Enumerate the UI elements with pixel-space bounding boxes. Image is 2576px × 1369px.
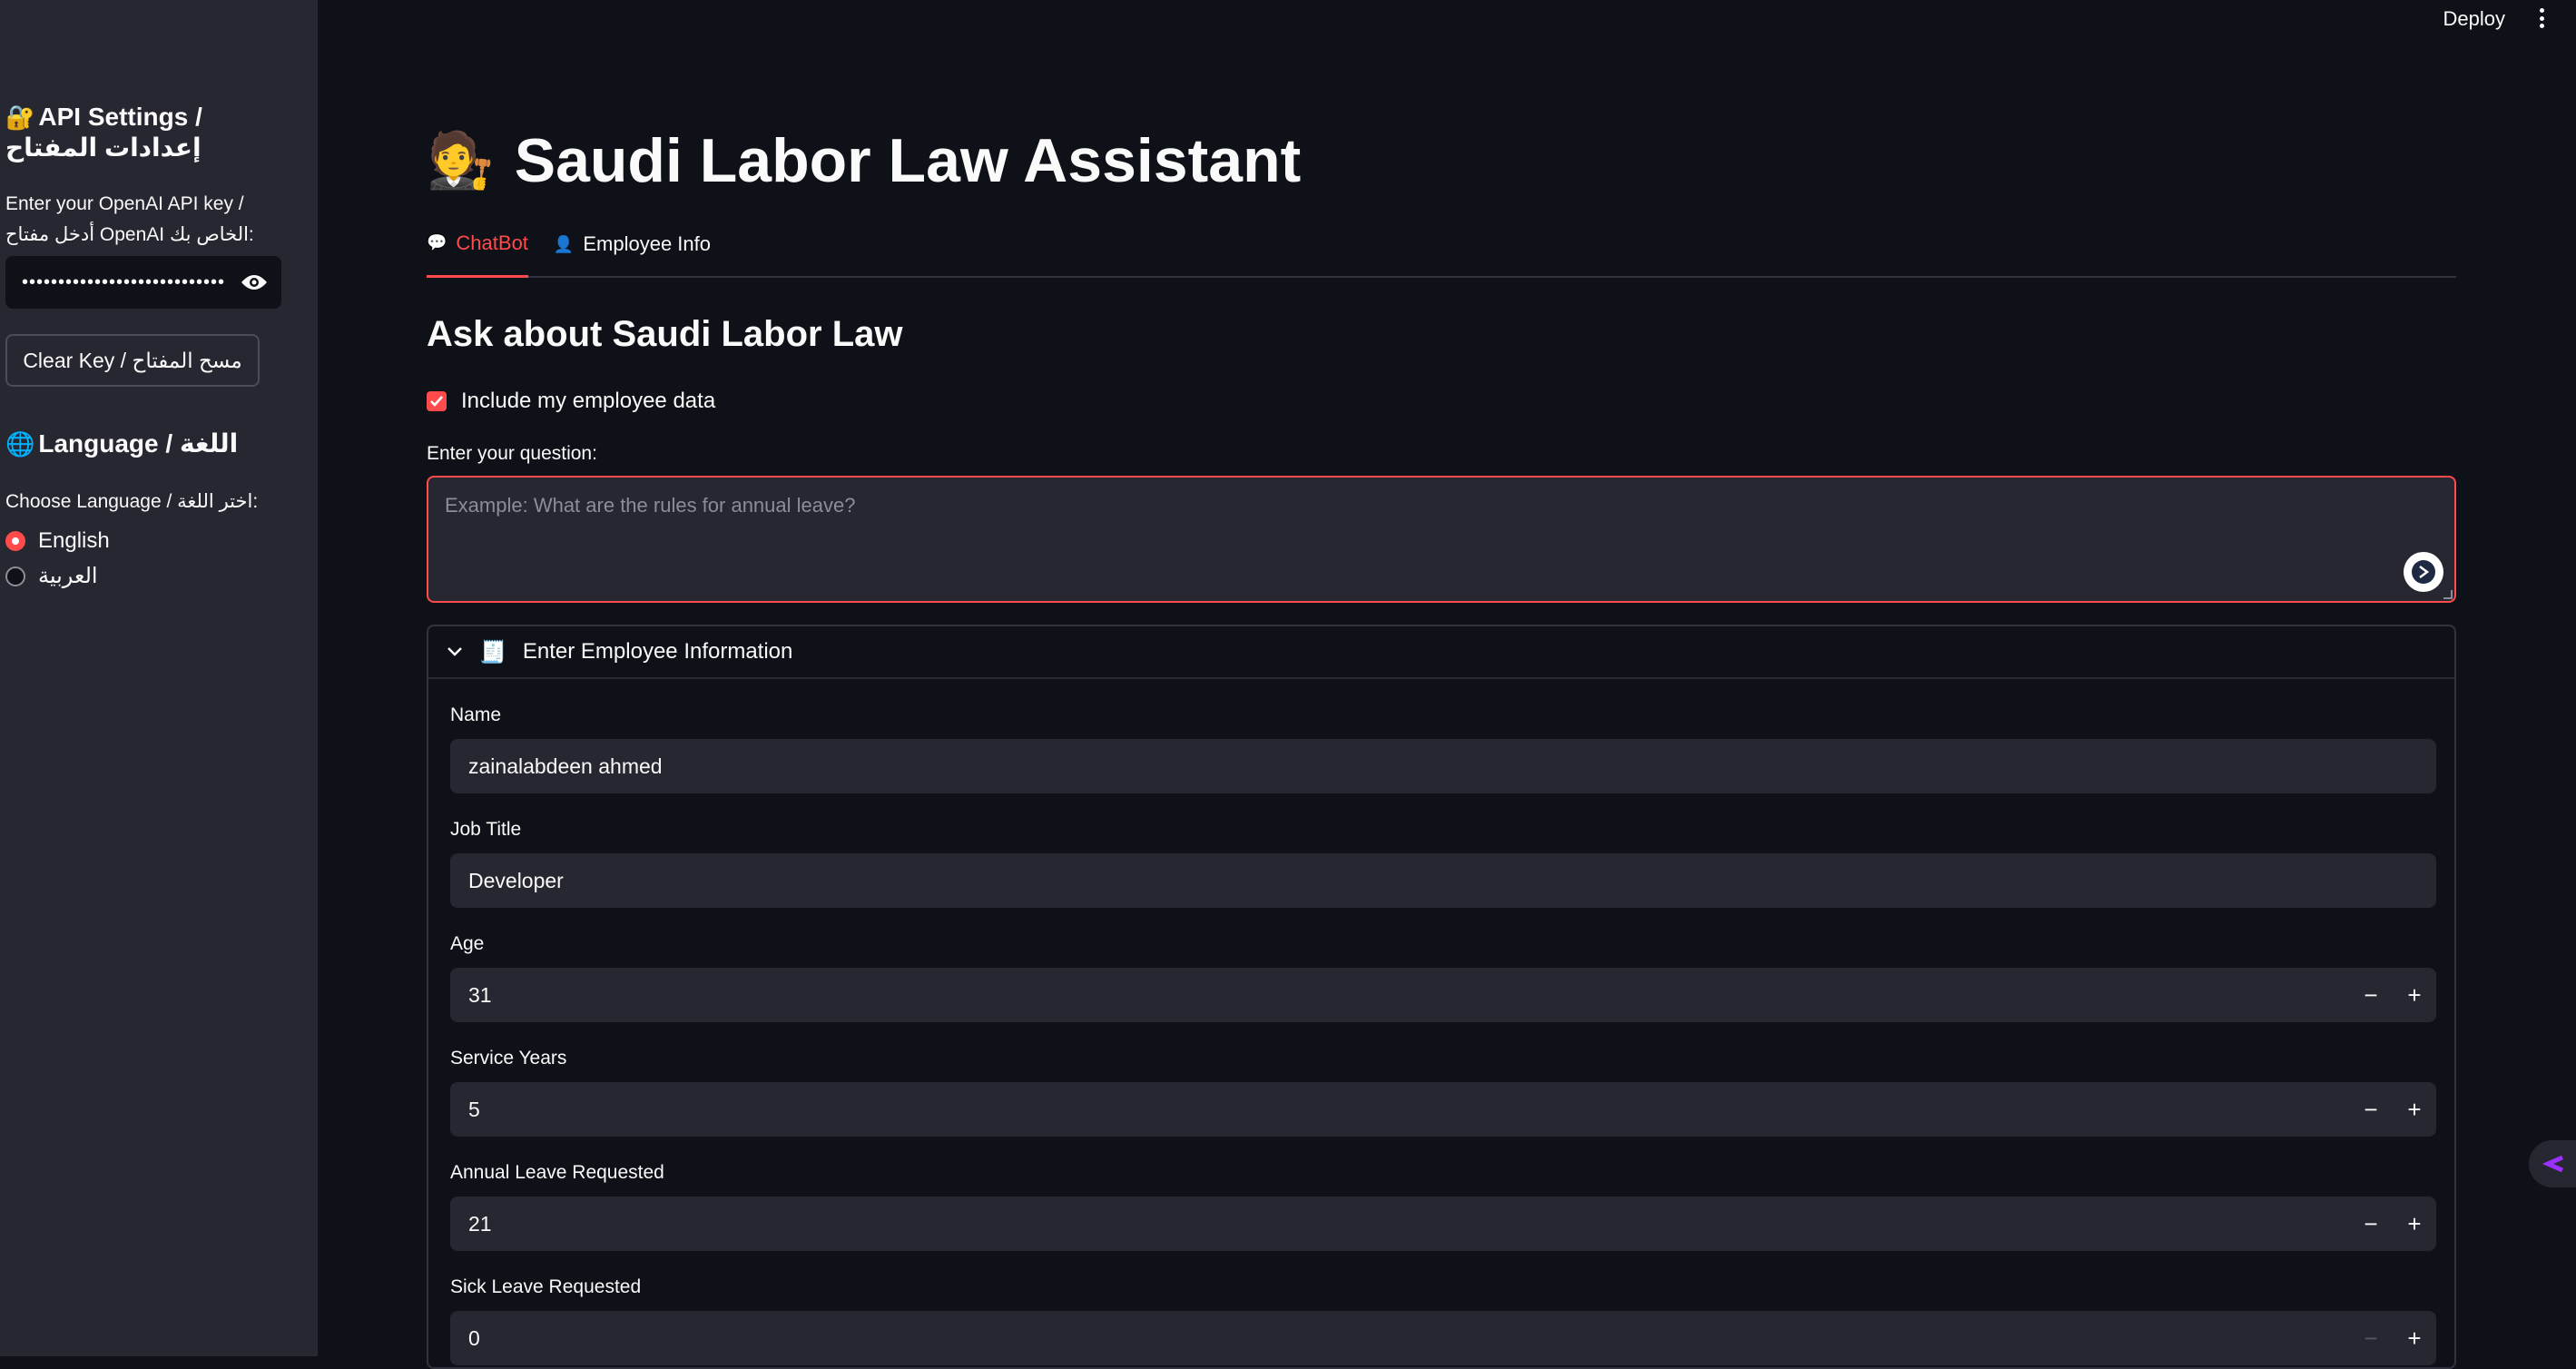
age-number-input[interactable]: 31 − + <box>450 968 2436 1022</box>
tab-bar: 💬 ChatBot 👤 Employee Info <box>427 229 2456 278</box>
speech-bubble-icon: 💬 <box>427 233 447 251</box>
decrement-minus-icon[interactable]: − <box>2349 1311 2393 1365</box>
decrement-minus-icon[interactable]: − <box>2349 1082 2393 1137</box>
include-employee-data-checkbox[interactable]: Include my employee data <box>427 389 715 414</box>
radio-unselected-icon[interactable] <box>5 566 25 586</box>
checkmark-icon[interactable] <box>427 391 447 411</box>
increment-plus-icon[interactable]: + <box>2393 1311 2436 1365</box>
annual-leave-value: 21 <box>468 1211 492 1236</box>
assistant-extension-icon[interactable] <box>2404 552 2443 592</box>
expander-title: Enter Employee Information <box>522 639 793 664</box>
main-menu-kebab-icon[interactable] <box>2536 5 2547 31</box>
language-title: Language / اللغة <box>38 429 239 458</box>
annual-leave-number-input[interactable]: 21 − + <box>450 1197 2436 1251</box>
language-option-label: العربية <box>38 564 98 588</box>
job-title-value: Developer <box>468 868 564 892</box>
question-label: Enter your question: <box>427 443 597 464</box>
question-textarea[interactable]: Example: What are the rules for annual l… <box>427 476 2456 603</box>
language-option-arabic[interactable]: العربية <box>5 563 98 589</box>
decrement-minus-icon[interactable]: − <box>2349 1197 2393 1251</box>
user-icon: 👤 <box>553 234 575 253</box>
api-key-label: Enter your OpenAI API key / أدخل مفتاح O… <box>5 189 305 251</box>
tab-label: Employee Info <box>583 232 711 255</box>
section-heading: Ask about Saudi Labor Law <box>427 314 903 354</box>
sick-leave-value: 0 <box>468 1325 480 1350</box>
clear-key-button[interactable]: Clear Key / مسح المفتاح <box>5 334 260 387</box>
increment-plus-icon[interactable]: + <box>2393 1082 2436 1137</box>
sick-leave-label: Sick Leave Requested <box>450 1276 642 1297</box>
increment-plus-icon[interactable]: + <box>2393 968 2436 1022</box>
resize-handle-icon[interactable] <box>2443 590 2453 599</box>
include-employee-data-label: Include my employee data <box>461 389 716 413</box>
job-title-input[interactable]: Developer <box>450 853 2436 908</box>
deploy-button[interactable]: Deploy <box>2443 7 2505 31</box>
judge-icon: 🧑‍⚖️ <box>427 130 495 191</box>
tab-label: ChatBot <box>456 231 528 254</box>
show-password-eye-icon[interactable] <box>240 268 269 297</box>
service-years-label: Service Years <box>450 1048 567 1069</box>
language-option-english[interactable]: English <box>5 528 110 554</box>
age-value: 31 <box>468 982 492 1007</box>
language-option-label: English <box>38 528 110 553</box>
api-key-masked-value: •••••••••••••••••••••••••••• <box>22 271 226 292</box>
api-settings-title: API Settings / إعدادات المفتاح <box>5 103 202 162</box>
radio-selected-icon[interactable] <box>5 531 25 551</box>
service-years-value: 5 <box>468 1097 480 1121</box>
employee-info-expander: 🧾 Enter Employee Information Name zainal… <box>427 625 2456 1369</box>
expander-header[interactable]: 🧾 Enter Employee Information <box>428 626 2454 679</box>
api-settings-heading: 🔐 API Settings / إعدادات المفتاح <box>5 102 296 163</box>
age-label: Age <box>450 933 485 954</box>
globe-icon: 🌐 <box>5 430 35 458</box>
chevron-down-icon[interactable] <box>447 644 463 660</box>
api-key-label-line1: Enter your OpenAI API key / <box>5 193 244 214</box>
floating-extension-icon[interactable] <box>2529 1140 2576 1187</box>
page-title-text: Saudi Labor Law Assistant <box>514 126 1302 195</box>
name-input[interactable]: zainalabdeen ahmed <box>450 739 2436 793</box>
name-label: Name <box>450 704 502 725</box>
receipt-icon: 🧾 <box>479 639 506 665</box>
tab-employee-info[interactable]: 👤 Employee Info <box>554 229 711 278</box>
decrement-minus-icon[interactable]: − <box>2349 968 2393 1022</box>
api-key-label-line2: أدخل مفتاح OpenAI الخاص بك: <box>5 224 254 245</box>
choose-language-label: Choose Language / اختر اللغة: <box>5 491 259 512</box>
increment-plus-icon[interactable]: + <box>2393 1197 2436 1251</box>
name-value: zainalabdeen ahmed <box>468 753 663 778</box>
service-years-number-input[interactable]: 5 − + <box>450 1082 2436 1137</box>
lock-key-icon: 🔐 <box>5 103 35 131</box>
page-title: 🧑‍⚖️ Saudi Labor Law Assistant <box>427 120 1301 202</box>
question-placeholder: Example: What are the rules for annual l… <box>445 494 856 517</box>
language-heading: 🌐 Language / اللغة <box>5 428 238 459</box>
api-key-input[interactable]: •••••••••••••••••••••••••••• <box>5 256 281 309</box>
job-title-label: Job Title <box>450 819 522 840</box>
annual-leave-label: Annual Leave Requested <box>450 1162 664 1183</box>
sidebar: 🔐 API Settings / إعدادات المفتاح Enter yo… <box>0 0 318 1356</box>
tab-chatbot[interactable]: 💬 ChatBot <box>427 229 528 278</box>
sick-leave-number-input[interactable]: 0 − + <box>450 1311 2436 1365</box>
